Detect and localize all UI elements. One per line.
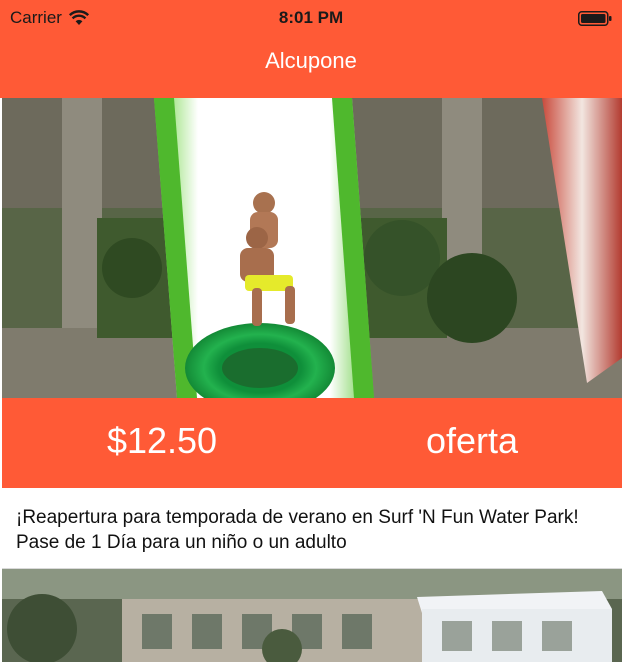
deal-image[interactable] [2, 98, 622, 398]
resort-pool-photo [2, 569, 622, 662]
deal-price-bar[interactable]: $12.50 oferta [2, 398, 622, 488]
water-slide-photo [2, 98, 622, 398]
deal-image-2[interactable] [2, 569, 622, 662]
app-screen: Carrier 8:01 PM Alcupone $12.50 oferta ¡… [0, 0, 622, 662]
deal-tag: oferta [425, 420, 519, 461]
deal-price: $12.50 [106, 420, 218, 461]
status-bar: Carrier 8:01 PM [0, 0, 622, 36]
deal-description[interactable]: ¡Reapertura para temporada de verano en … [2, 488, 622, 568]
nav-title: Alcupone [265, 48, 357, 73]
status-time: 8:01 PM [278, 8, 344, 27]
battery-icon [578, 11, 612, 26]
top-bar: Carrier 8:01 PM Alcupone [0, 0, 622, 98]
